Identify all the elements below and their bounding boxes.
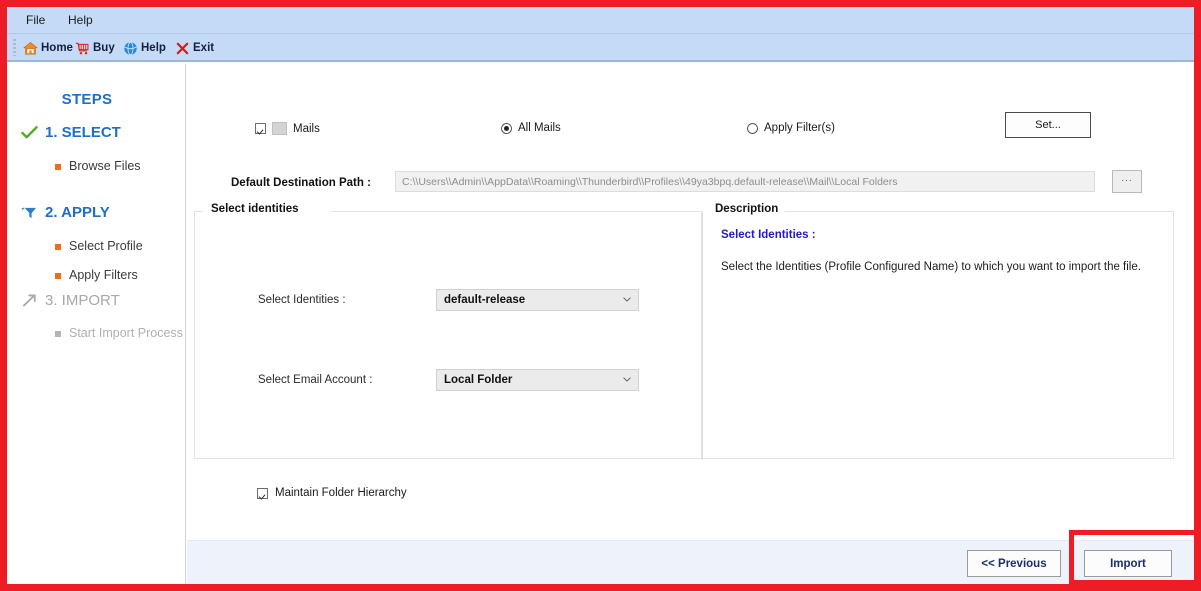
annotation-frame-outer: [0, 0, 1201, 591]
